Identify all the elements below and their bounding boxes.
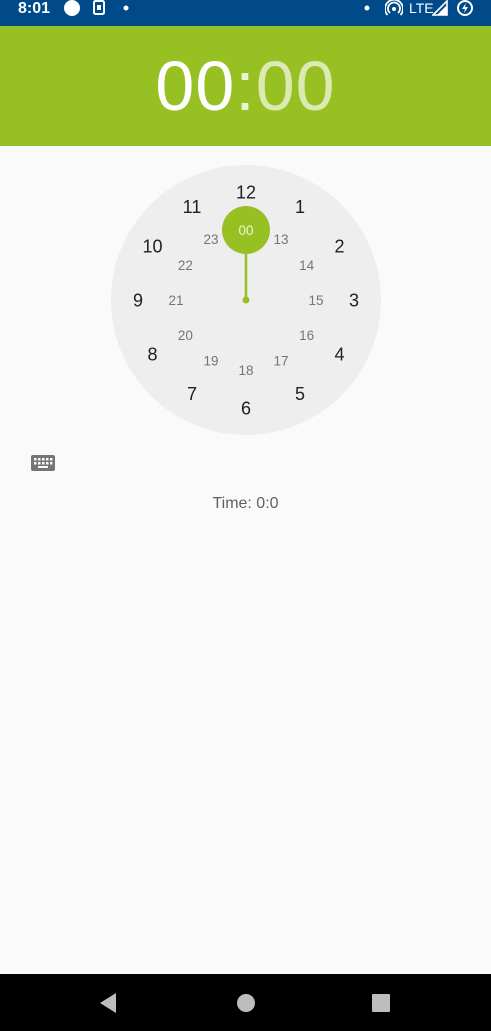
clock-label-outer-2[interactable]: 2 [335, 236, 345, 256]
clock-label-inner-18[interactable]: 18 [238, 363, 253, 378]
clock-label-outer-8[interactable]: 8 [147, 344, 157, 364]
clock-label-inner-14[interactable]: 14 [299, 258, 315, 273]
home-icon[interactable] [236, 993, 256, 1013]
clock-label-outer-11[interactable]: 11 [183, 197, 202, 217]
clock-label-inner-22[interactable]: 22 [178, 258, 193, 273]
hotspot-icon [385, 0, 403, 16]
clock-label-outer-1[interactable]: 1 [295, 197, 305, 217]
clock-center-dot [242, 296, 250, 304]
status-time: 8:01 [18, 0, 51, 17]
clock-label-inner-19[interactable]: 19 [203, 353, 218, 368]
clock-label-inner-20[interactable]: 20 [178, 328, 193, 343]
network-type-label: LTE [409, 0, 434, 16]
time-display: 00:00 [0, 26, 491, 146]
keyboard-icon[interactable] [30, 453, 56, 473]
time-result-text: Time: 0:0 [212, 495, 279, 512]
clock-label-inner-23[interactable]: 23 [203, 232, 218, 247]
back-icon[interactable] [98, 992, 118, 1014]
signal-icon [432, 0, 448, 16]
recents-icon[interactable] [372, 994, 391, 1013]
clock-label-outer-6[interactable]: 6 [241, 398, 251, 418]
clock-label-inner-00[interactable]: 00 [238, 223, 253, 238]
clock-label-inner-17[interactable]: 17 [273, 353, 288, 368]
clock-label-outer-9[interactable]: 9 [133, 290, 143, 310]
status-bar: 8:01 LTE [0, 0, 491, 26]
clock-label-outer-10[interactable]: 10 [142, 236, 162, 256]
clock-dial[interactable]: 121234567891011001314151617181920212223 [111, 165, 381, 435]
clock-label-outer-3[interactable]: 3 [349, 290, 359, 310]
circle-notification-icon [64, 0, 80, 16]
clock-label-outer-12[interactable]: 12 [236, 182, 256, 202]
battery-charging-icon [457, 0, 473, 16]
time-separator: : [235, 47, 256, 125]
minutes-display[interactable]: 00 [256, 47, 336, 125]
clock-label-outer-4[interactable]: 4 [335, 344, 345, 364]
clock-label-inner-16[interactable]: 16 [299, 328, 314, 343]
navigation-bar [0, 974, 491, 1031]
dot-icon [364, 5, 370, 11]
dot-icon [123, 5, 129, 11]
hours-display[interactable]: 00 [155, 47, 235, 125]
clock-label-inner-13[interactable]: 13 [273, 232, 288, 247]
clock-label-outer-5[interactable]: 5 [295, 384, 305, 404]
sim-card-icon [93, 0, 105, 15]
clock-label-outer-7[interactable]: 7 [187, 384, 197, 404]
clock-label-inner-21[interactable]: 21 [168, 293, 183, 308]
clock-label-inner-15[interactable]: 15 [308, 293, 323, 308]
